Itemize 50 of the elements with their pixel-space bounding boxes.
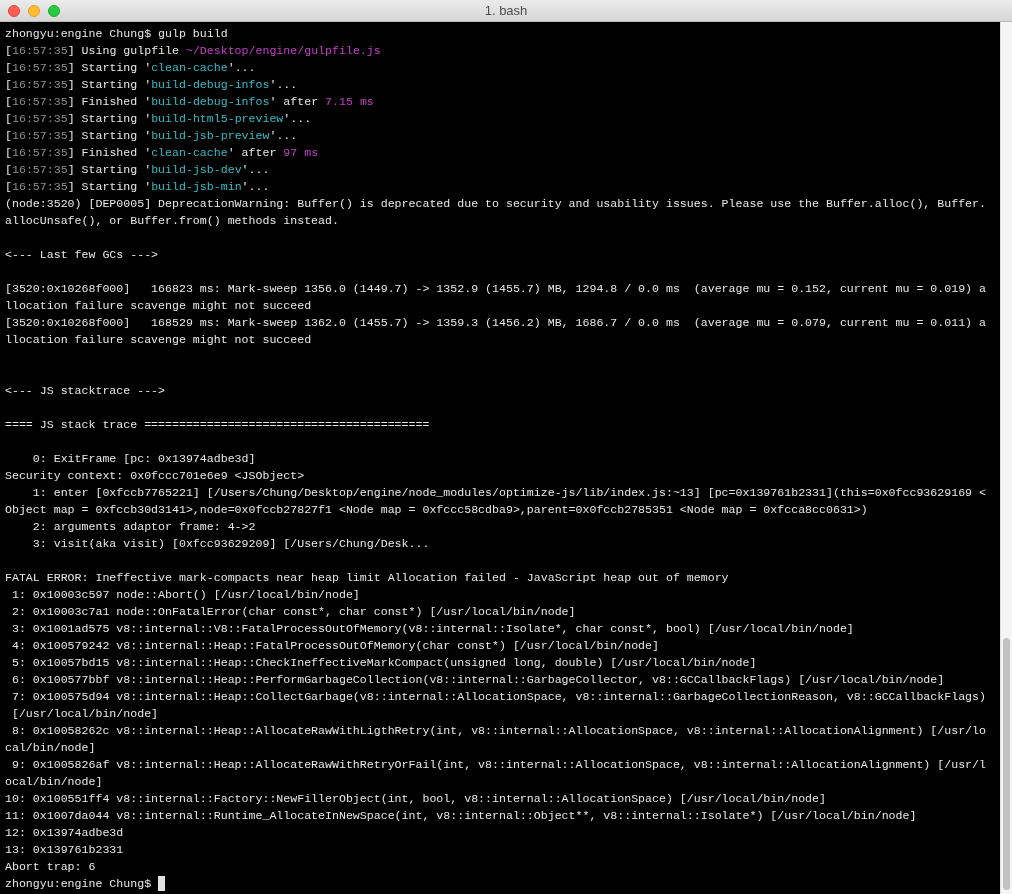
terminal-line: 2: 0x10003c7a1 node::OnFatalError(char const*, char const*) [/usr/local/bin/node] — [10, 604, 576, 620]
terminal-line: 1: enter [0xfccb7765221] [/Users/Chung/Desktop/engine/node_modules/optimize-js/lib/index.js:~13] [pc=0x139761b2331](this=0x0fcc93629169 < — [31, 485, 986, 501]
terminal-line: ==== JS stack trace ========================================= — [5, 417, 430, 433]
terminal-line: 0: ExitFrame [pc: 0x13974adbe3d] — [31, 451, 256, 467]
window-title: 1. bash — [484, 1, 528, 20]
terminal-line: 6: 0x100577bbf v8::internal::Heap::PerformGarbageCollection(v8::internal::GarbageCollector, v8::GCCallbackFlags) [/usr/local/bin/node] — [10, 672, 945, 688]
terminal-line: [3520:0x10268f000] 168529 ms: Mark-sweep 1362.0 (1455.7) -> 1359.3 (1456.2) MB, 1686.7 / 0.0 ms (average mu = 0.079, current mu = 0.011) a — [5, 315, 986, 331]
log-line: [16:57:35] Starting 'build-jsb-preview'... — [5, 128, 298, 144]
shell-prompt: zhongyu:engine Chung$ — [5, 876, 152, 892]
terminal-line: 13: 0x139761b2331 — [5, 842, 124, 858]
log-line: [16:57:35] Starting 'build-jsb-min'... — [5, 179, 270, 195]
terminal-line: Abort trap: 6 — [5, 859, 96, 875]
terminal-line: 8: 0x10058262c v8::internal::Heap::AllocateRawWithLigthRetry(int, v8::internal::AllocationSpace, v8::internal::AllocationAlignment) [/usr/lo — [10, 723, 986, 739]
terminal-line: 4: 0x100579242 v8::internal::Heap::FatalProcessOutOfMemory(char const*) [/usr/local/bin/node] — [10, 638, 659, 654]
terminal-line: 10: 0x100551ff4 v8::internal::Factory::NewFillerObject(int, bool, v8::internal::AllocationSpace) [/usr/local/bin/node] — [5, 791, 826, 807]
terminal-line: 5: 0x10057bd15 v8::internal::Heap::CheckIneffectiveMarkCompact(unsigned long, double) [/usr/local/bin/node] — [10, 655, 757, 671]
terminal-line: 3: 0x1001ad575 v8::internal::V8::FatalProcessOutOfMemory(v8::internal::Isolate*, char const*, bool) [/usr/local/bin/node] — [10, 621, 854, 637]
zoom-button[interactable] — [48, 5, 60, 17]
terminal-line: 1: 0x10003c597 node::Abort() [/usr/local/bin/node] — [10, 587, 360, 603]
close-button[interactable] — [8, 5, 20, 17]
log-line: [16:57:35] Starting 'build-debug-infos'... — [5, 77, 298, 93]
terminal-line: <--- JS stacktrace ---> — [5, 383, 166, 399]
log-line: [16:57:35] Starting 'clean-cache'... — [5, 60, 256, 76]
terminal-line: llocation failure scavenge might not succeed — [5, 298, 312, 314]
terminal-line: [/usr/local/bin/node] — [10, 706, 159, 722]
scrollbar-thumb[interactable] — [1003, 638, 1010, 890]
log-line: [16:57:35] Using gulpfile ~/Desktop/engine/gulpfile.js — [5, 43, 381, 59]
terminal-line: 7: 0x100575d94 v8::internal::Heap::CollectGarbage(v8::internal::AllocationSpace, v8::internal::GarbageCollectionReason, v8::GCCallbackFlags) — [10, 689, 986, 705]
terminal-line: allocUnsafe(), or Buffer.from() methods instead. — [5, 213, 339, 229]
log-line: [16:57:35] Starting 'build-html5-preview'... — [5, 111, 312, 127]
terminal-line: Security context: 0x0fccc701e6e9 <JSObject> — [5, 468, 305, 484]
minimize-button[interactable] — [28, 5, 40, 17]
terminal-line: ocal/bin/node] — [5, 774, 103, 790]
scrollbar[interactable] — [1000, 22, 1012, 894]
terminal-line: zhongyu:engine Chung$ gulp build — [5, 26, 228, 42]
terminal-line: 2: arguments adaptor frame: 4->2 — [31, 519, 256, 535]
log-line: [16:57:35] Finished 'clean-cache' after 97 ms — [5, 145, 319, 161]
terminal-line: 3: visit(aka visit) [0xfcc93629209] [/Users/Chung/Desk... — [31, 536, 430, 552]
terminal-line: <--- Last few GCs ---> — [5, 247, 159, 263]
terminal-line: 9: 0x1005826af v8::internal::Heap::AllocateRawWithRetryOrFail(int, v8::internal::AllocationSpace, v8::internal::AllocationAlignment) [/usr/l — [10, 757, 986, 773]
terminal-line: FATAL ERROR: Ineffective mark-compacts near heap limit Allocation failed - JavaScript heap out of memory — [5, 570, 729, 586]
terminal-line: cal/bin/node] — [5, 740, 96, 756]
terminal-line: llocation failure scavenge might not succeed — [5, 332, 312, 348]
terminal-line: Object map = 0xfccb30d3141>,node=0x0fccb27827f1 <Node map = 0xfccc58cdba9>,parent=0x0fccb2785351 <Node map = 0xfcca8cc0631>) — [5, 502, 868, 518]
log-line: [16:57:35] Finished 'build-debug-infos' after 7.15 ms — [5, 94, 374, 110]
log-line: [16:57:35] Starting 'build-jsb-dev'... — [5, 162, 270, 178]
terminal-line: 12: 0x13974adbe3d — [5, 825, 124, 841]
terminal-line: 11: 0x1007da044 v8::internal::Runtime_AllocateInNewSpace(int, v8::internal::Object**, v8::internal::Isolate*) [/usr/local/bin/node] — [5, 808, 917, 824]
terminal-line: (node:3520) [DEP0005] DeprecationWarning: Buffer() is deprecated due to security and usability issues. Please use the Buffer.alloc(), Buffer. — [5, 196, 986, 212]
terminal-line: [3520:0x10268f000] 166823 ms: Mark-sweep 1356.0 (1449.7) -> 1352.9 (1455.7) MB, 1294.8 / 0.0 ms (average mu = 0.152, current mu = 0.019) a — [5, 281, 986, 297]
